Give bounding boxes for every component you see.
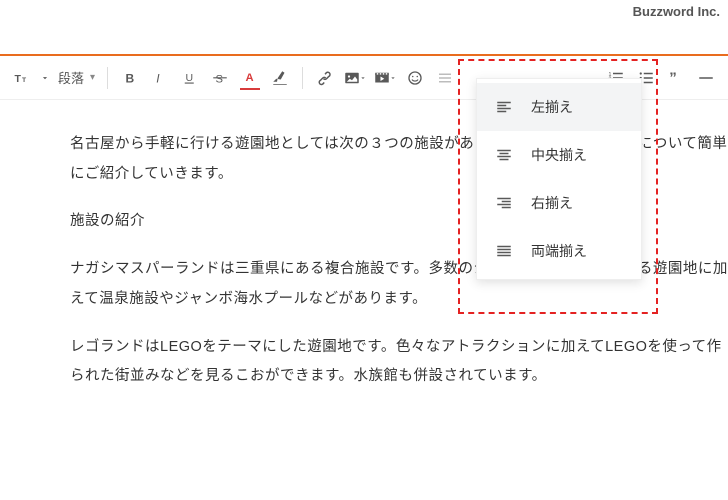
text-color-button[interactable]: A [236,64,264,92]
alignment-menu: 左揃え 中央揃え 右揃え 両端揃え [476,78,642,280]
svg-text:A: A [246,72,254,84]
align-right-item[interactable]: 右揃え [477,179,641,227]
toolbar-separator [302,67,303,89]
page-header: Buzzword Inc. [0,0,728,56]
more-1[interactable] [431,64,459,92]
align-right-icon [495,194,513,212]
text-size-button[interactable]: TT [8,64,36,92]
hr-button[interactable] [692,64,720,92]
italic-button[interactable]: I [146,64,174,92]
paragraph-select[interactable]: 段落 ▾ [54,68,99,87]
align-item-label: 両端揃え [531,241,587,261]
svg-text:T: T [15,72,22,84]
toolbar-separator [107,67,108,89]
svg-text:”: ” [669,69,677,86]
align-item-label: 右揃え [531,193,573,213]
align-center-icon [495,146,513,164]
align-center-item[interactable]: 中央揃え [477,131,641,179]
align-justify-icon [495,242,513,260]
svg-text:U: U [186,72,194,84]
align-item-label: 中央揃え [531,145,587,165]
quote-button[interactable]: ” [662,64,690,92]
align-left-icon [495,98,513,116]
strikethrough-button[interactable]: S [206,64,234,92]
chevron-down-icon[interactable] [38,64,52,92]
align-item-label: 左揃え [531,97,573,117]
align-left-item[interactable]: 左揃え [477,83,641,131]
svg-text:S: S [216,73,224,85]
svg-text:B: B [126,71,135,85]
bold-button[interactable]: B [116,64,144,92]
align-justify-item[interactable]: 両端揃え [477,227,641,275]
paragraph: レゴランドはLEGOをテーマにした遊園地です。色々なアトラクションに加えてLEG… [70,333,728,392]
highlight-button[interactable] [266,64,294,92]
underline-button[interactable]: U [176,64,204,92]
chevron-down-icon: ▾ [90,72,95,83]
svg-text:I: I [156,71,160,85]
paragraph-label: 段落 [58,68,84,87]
image-button[interactable] [341,64,369,92]
link-button[interactable] [311,64,339,92]
company-name: Buzzword Inc. [633,4,720,19]
video-button[interactable] [371,64,399,92]
emoji-button[interactable] [401,64,429,92]
